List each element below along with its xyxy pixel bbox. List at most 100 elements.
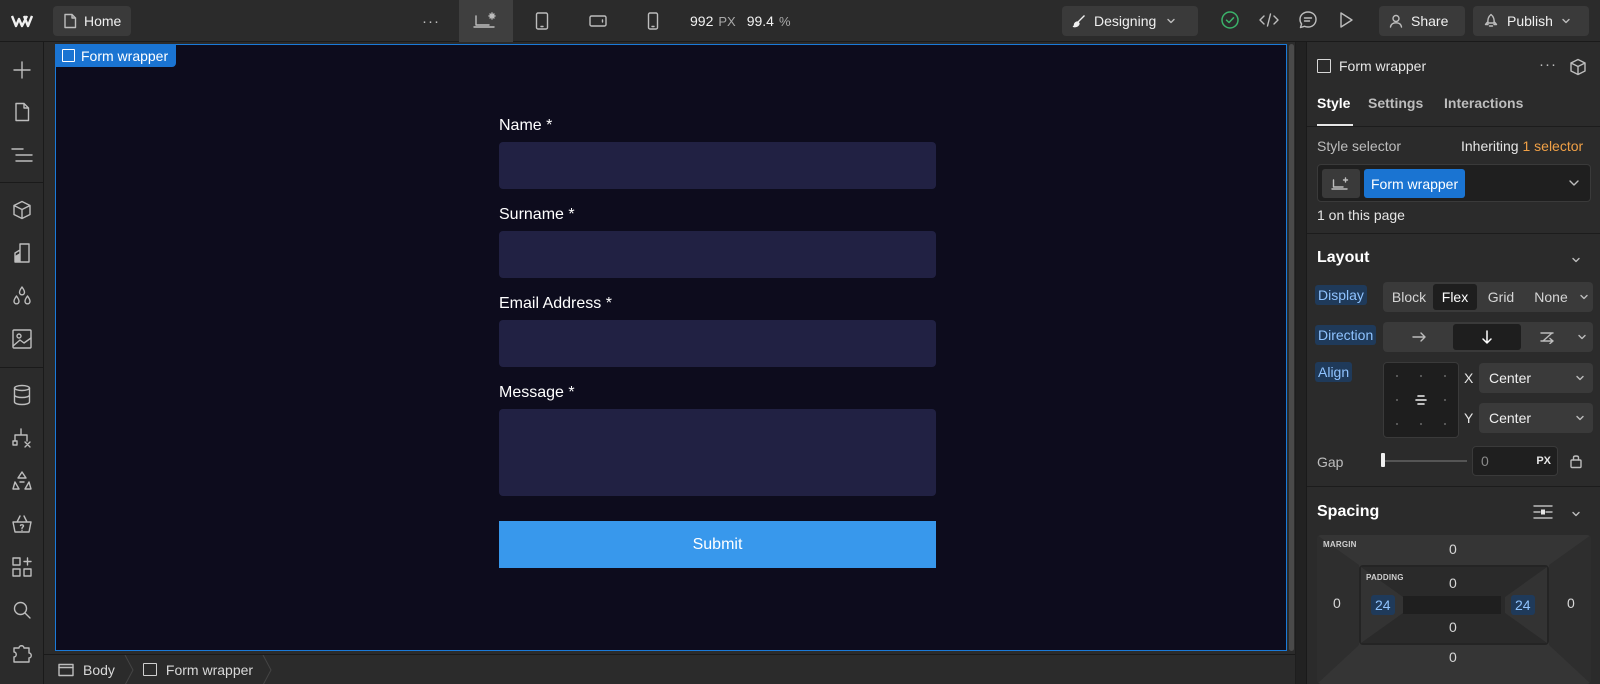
gap-slider-track[interactable] bbox=[1383, 460, 1467, 462]
arrow-down-icon bbox=[1481, 329, 1493, 345]
breakpoint-tablet-button[interactable] bbox=[515, 0, 569, 42]
padding-top-value[interactable]: 0 bbox=[1449, 575, 1457, 591]
div-block-icon bbox=[1317, 59, 1331, 73]
display-grid-option[interactable]: Grid bbox=[1477, 284, 1525, 310]
design-canvas[interactable]: Name * Surname * Email Address * Message… bbox=[44, 42, 1295, 654]
spacing-preset-icon[interactable] bbox=[1532, 504, 1554, 520]
arrow-right-icon bbox=[1411, 331, 1427, 343]
direction-wrap-option[interactable] bbox=[1521, 324, 1575, 350]
chevron-down-icon[interactable] bbox=[1571, 255, 1581, 265]
direction-horizontal-option[interactable] bbox=[1385, 324, 1453, 350]
breakpoint-mobile-landscape-button[interactable] bbox=[571, 0, 625, 42]
style-selector-label: Style selector bbox=[1317, 138, 1402, 154]
inheriting-count-link[interactable]: 1 selector bbox=[1522, 138, 1583, 154]
help-basket-icon[interactable] bbox=[9, 511, 35, 537]
layout-section-title[interactable]: Layout bbox=[1317, 249, 1369, 267]
page-switcher-button[interactable]: Home bbox=[53, 6, 132, 36]
share-label: Share bbox=[1411, 13, 1449, 29]
display-flex-option[interactable]: Flex bbox=[1433, 284, 1477, 310]
check-circle-icon[interactable] bbox=[1220, 10, 1240, 30]
on-page-count: 1 on this page bbox=[1317, 207, 1405, 223]
style-selector-field[interactable]: Form wrapper bbox=[1317, 164, 1591, 202]
selector-chip[interactable]: Form wrapper bbox=[1364, 169, 1466, 198]
chevron-down-icon[interactable] bbox=[1579, 292, 1589, 302]
submit-button[interactable]: Submit bbox=[499, 521, 936, 568]
navigator-icon[interactable] bbox=[9, 142, 35, 168]
preview-play-icon[interactable] bbox=[1337, 10, 1355, 30]
display-none-option[interactable]: None bbox=[1525, 284, 1577, 310]
canvas-scrollbar[interactable] bbox=[1289, 44, 1294, 651]
margin-caption: MARGIN bbox=[1323, 540, 1357, 549]
gap-slider-thumb[interactable] bbox=[1381, 453, 1385, 467]
breadcrumb-item-body[interactable]: Body bbox=[44, 654, 134, 684]
share-button[interactable]: Share bbox=[1379, 6, 1465, 36]
chevron-down-icon[interactable] bbox=[1568, 178, 1580, 188]
surname-input[interactable] bbox=[499, 231, 936, 278]
chevron-down-icon[interactable] bbox=[1571, 509, 1581, 519]
search-icon[interactable] bbox=[9, 597, 35, 623]
margin-right-value[interactable]: 0 bbox=[1567, 595, 1575, 611]
variables-drops-icon[interactable] bbox=[9, 283, 35, 309]
tab-interactions[interactable]: Interactions bbox=[1444, 95, 1523, 111]
spacing-section-title[interactable]: Spacing bbox=[1317, 503, 1379, 521]
breakpoint-mobile-portrait-button[interactable] bbox=[626, 0, 680, 42]
tab-settings[interactable]: Settings bbox=[1368, 95, 1423, 111]
form-wrapper-element[interactable]: Name * Surname * Email Address * Message… bbox=[55, 44, 1287, 651]
align-center-icon bbox=[1414, 393, 1428, 407]
selected-element-tag[interactable]: Form wrapper bbox=[55, 44, 177, 67]
message-textarea[interactable] bbox=[499, 409, 936, 496]
style-selectors-icon[interactable] bbox=[9, 240, 35, 266]
apps-puzzle-icon[interactable] bbox=[9, 640, 35, 666]
mode-dropdown[interactable]: Designing bbox=[1062, 6, 1198, 36]
margin-left-value[interactable]: 0 bbox=[1333, 595, 1341, 611]
direction-vertical-option[interactable] bbox=[1453, 324, 1521, 350]
name-input[interactable] bbox=[499, 142, 936, 189]
cms-database-icon[interactable] bbox=[9, 382, 35, 408]
comment-icon[interactable] bbox=[1297, 10, 1319, 30]
logic-flow-icon[interactable] bbox=[9, 425, 35, 451]
align-y-dropdown[interactable]: Center bbox=[1479, 403, 1593, 433]
page-icon bbox=[63, 13, 77, 29]
padding-bottom-value[interactable]: 0 bbox=[1449, 619, 1457, 635]
email-input[interactable] bbox=[499, 320, 936, 367]
tab-style[interactable]: Style bbox=[1317, 95, 1350, 111]
gap-input[interactable]: 0 PX bbox=[1472, 446, 1558, 476]
margin-top-value[interactable]: 0 bbox=[1449, 541, 1457, 557]
webflow-logo-icon[interactable] bbox=[0, 0, 44, 42]
div-block-icon bbox=[62, 49, 75, 62]
display-block-option[interactable]: Block bbox=[1385, 284, 1433, 310]
breadcrumb-item-form-wrapper[interactable]: Form wrapper bbox=[129, 654, 272, 684]
page-switcher-label: Home bbox=[84, 13, 122, 29]
direction-segmented-control bbox=[1383, 322, 1593, 352]
align-x-dropdown[interactable]: Center bbox=[1479, 363, 1593, 393]
breadcrumb-label: Form wrapper bbox=[165, 661, 254, 678]
spacing-box-model: MARGIN 0 0 0 0 PADDING 0 24 24 0 bbox=[1317, 535, 1591, 684]
viewport-readout: 992 PX 99.4 % bbox=[690, 0, 791, 42]
pages-icon[interactable] bbox=[9, 99, 35, 125]
form-label-message: Message * bbox=[499, 384, 575, 401]
padding-left-value[interactable]: 24 bbox=[1371, 595, 1395, 615]
assets-image-icon[interactable] bbox=[9, 326, 35, 352]
body-icon bbox=[58, 663, 74, 677]
code-icon[interactable] bbox=[1258, 10, 1280, 30]
components-cube-icon[interactable] bbox=[9, 197, 35, 223]
apps-grid-icon[interactable] bbox=[9, 554, 35, 580]
padding-caption: PADDING bbox=[1366, 573, 1404, 582]
selector-state-button[interactable] bbox=[1322, 169, 1360, 198]
padding-right-value[interactable]: 24 bbox=[1511, 595, 1535, 615]
inheriting-label: Inheriting 1 selector bbox=[1461, 138, 1584, 154]
align-grid-control[interactable] bbox=[1383, 362, 1459, 438]
publish-button[interactable]: Publish bbox=[1473, 6, 1589, 36]
element-name: Form wrapper bbox=[1339, 58, 1427, 74]
chevron-down-icon[interactable] bbox=[1577, 332, 1587, 342]
margin-bottom-value[interactable]: 0 bbox=[1449, 649, 1457, 665]
ecommerce-recycle-icon[interactable] bbox=[9, 468, 35, 494]
lock-icon[interactable] bbox=[1569, 453, 1583, 469]
more-options-button[interactable]: ··· bbox=[418, 10, 444, 32]
component-cube-icon[interactable] bbox=[1569, 58, 1587, 76]
gap-unit[interactable]: PX bbox=[1536, 455, 1551, 467]
desktop-breakpoint-icon bbox=[473, 11, 499, 31]
element-more-button[interactable]: ··· bbox=[1539, 56, 1557, 73]
add-element-icon[interactable] bbox=[9, 57, 35, 83]
breakpoint-desktop-button[interactable] bbox=[459, 0, 513, 42]
